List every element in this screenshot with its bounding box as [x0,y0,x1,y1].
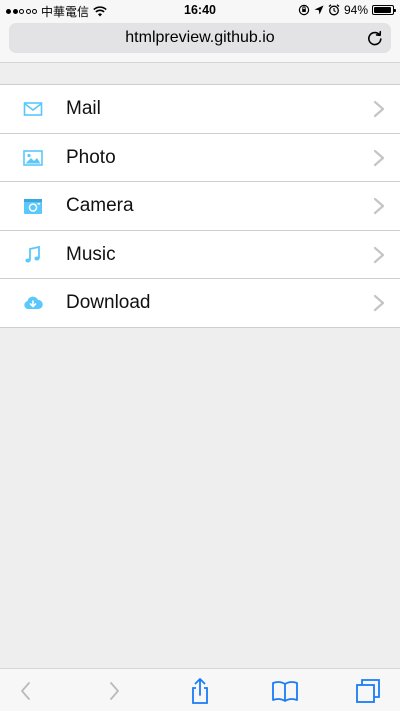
battery-icon [372,5,396,15]
share-icon [192,678,208,704]
photo-icon [23,148,43,168]
chevron-right-icon [373,149,385,166]
download-cloud-icon [23,293,43,313]
tabs-icon [356,679,380,703]
chevron-right-icon [373,246,385,263]
list-item-photo[interactable]: Photo [0,133,400,182]
browser-toolbar [0,668,400,711]
list-item-label: Camera [66,195,134,216]
forward-button[interactable] [100,677,128,705]
reload-icon[interactable] [366,29,384,47]
list-item-camera[interactable]: Camera [0,182,400,231]
bookmarks-icon [272,681,298,702]
back-button[interactable] [12,677,40,705]
camera-icon [23,196,43,216]
rotation-lock-icon [298,4,310,16]
mail-icon [23,99,43,119]
address-bar: htmlpreview.github.io [0,20,400,63]
list-item-mail[interactable]: Mail [0,85,400,134]
status-bar: 中華電信 16:40 94% [0,0,400,20]
share-button[interactable] [186,677,214,705]
chevron-right-icon [373,197,385,215]
status-right: 94% [298,3,396,17]
list-item-label: Music [66,243,116,265]
list-item-download[interactable]: Download [0,279,400,328]
forward-icon [110,682,119,700]
battery-level [374,7,391,13]
tabs-button[interactable] [354,677,382,705]
list-item-label: Photo [66,146,116,168]
url-text[interactable]: htmlpreview.github.io [9,29,391,47]
list-item-label: Download [66,292,151,313]
list-item-label: Mail [66,98,101,119]
menu-list: Mail Photo Camera Music Download [0,84,400,328]
browser-screen: 中華電信 16:40 94% htmlpreview.github.io Mai… [0,0,400,711]
chevron-right-icon [373,100,385,118]
bookmarks-button[interactable] [271,677,299,705]
chevron-right-icon [373,294,385,312]
url-field[interactable]: htmlpreview.github.io [9,23,391,53]
location-icon [314,5,324,15]
music-icon [23,245,43,265]
alarm-icon [328,4,340,16]
battery-percent: 94% [343,3,368,17]
list-item-music[interactable]: Music [0,230,400,279]
back-icon [21,682,30,700]
page-content: Mail Photo Camera Music Download [0,63,400,668]
